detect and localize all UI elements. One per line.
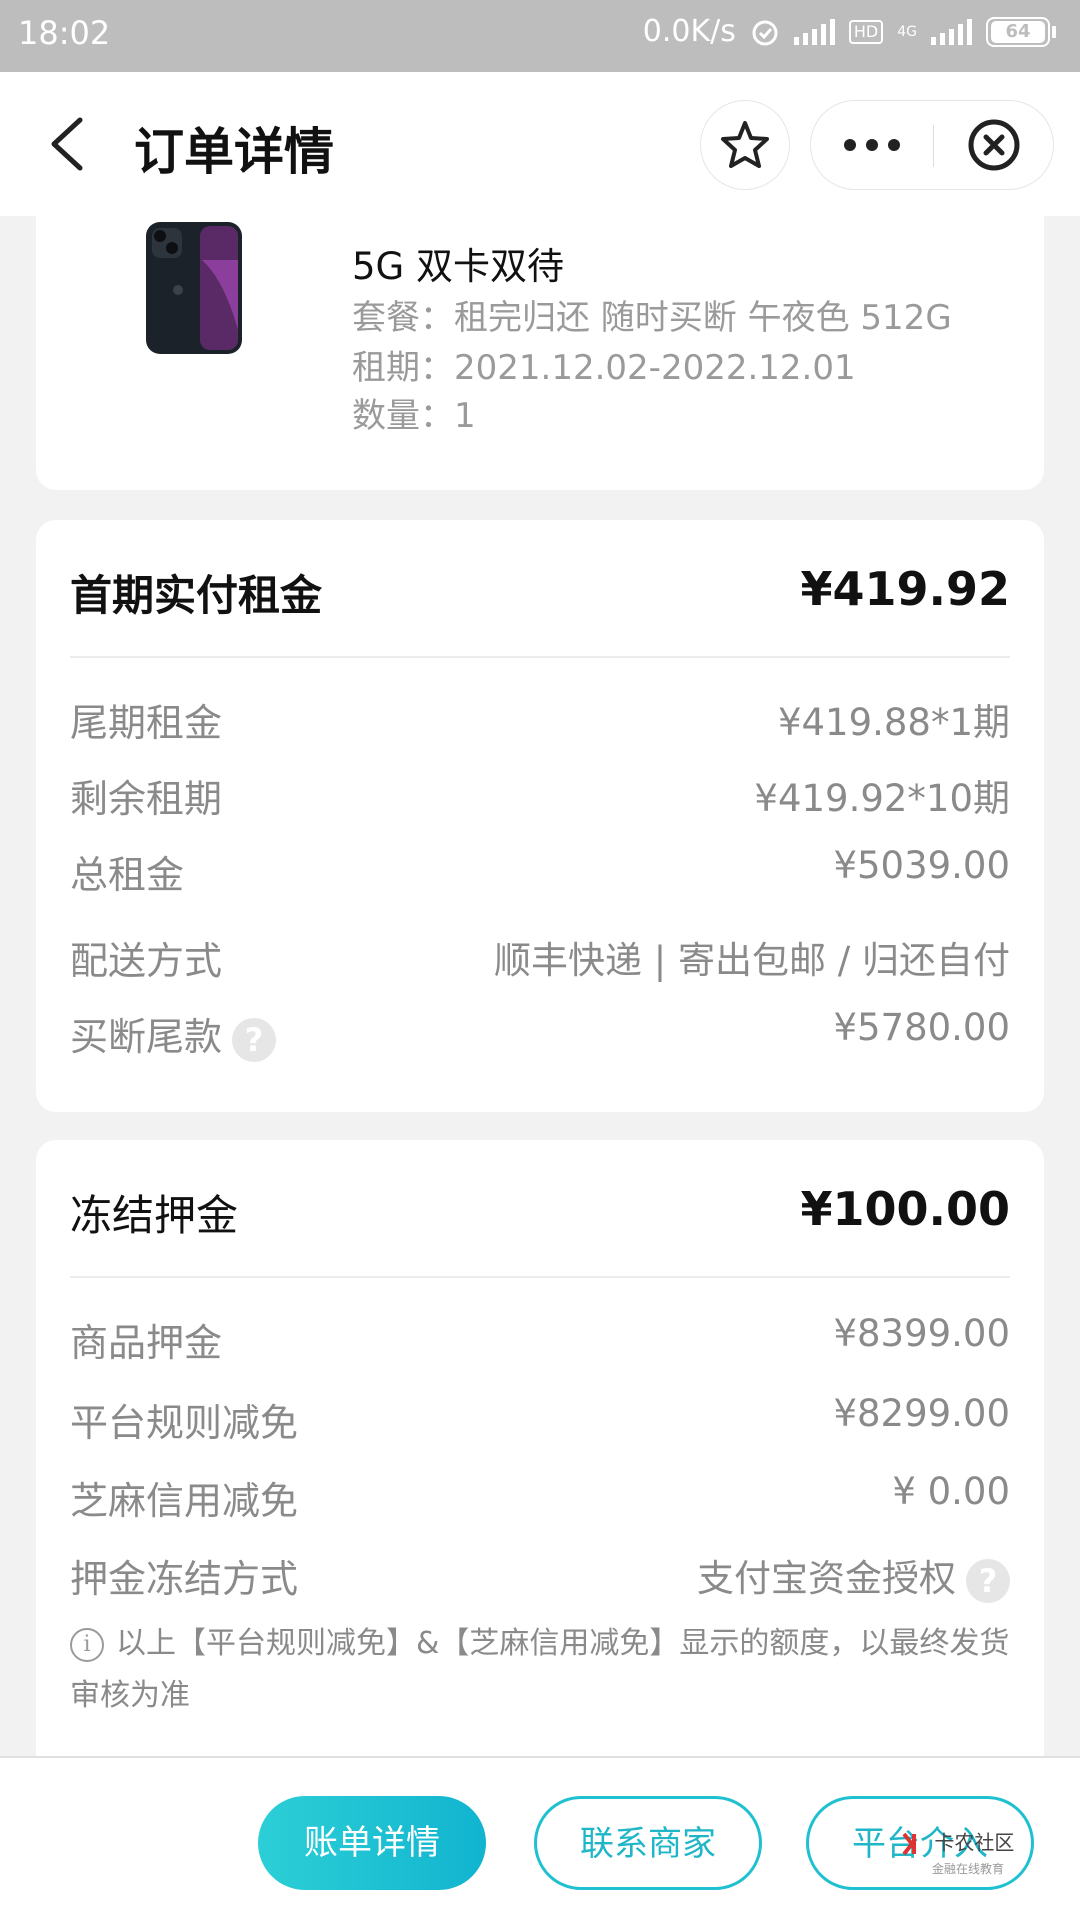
deposit-card: 冻结押金 ¥100.00 商品押金 ¥8399.00 平台规则减免 ¥8299.… [36,1140,1044,1756]
deposit-row-value: ¥8299.00 [833,1392,1010,1435]
bottom-action-bar: 账单详情 联系商家 平台介入 卡农社区 金融在线教育 [0,1756,1080,1920]
deposit-row-label: 商品押金 [70,1321,223,1365]
product-plan: 套餐：租完归还 随时买断 午夜色 512G [352,298,952,338]
close-circle-icon [968,119,1020,171]
back-arrow-icon[interactable] [40,112,100,176]
more-button[interactable] [811,101,933,189]
deposit-row-label: 平台规则减免 [70,1401,299,1445]
help-question-icon[interactable]: ? [232,1017,277,1062]
rent-row-value: ¥5780.00 [833,1006,1010,1049]
rent-title: 首期实付租金 [70,571,323,620]
rent-row-label: 尾期租金 [70,701,223,745]
hd-icon: HD [848,19,884,44]
product-period: 租期：2021.12.02-2022.12.01 [352,348,856,388]
status-bar: 18:02 0.0K/s HD 4G 64 [0,0,1080,72]
deposit-row-value: ¥8399.00 [833,1312,1010,1355]
rent-amount: ¥419.92 [800,562,1010,616]
deposit-note: i 以上【平台规则减免】&【芝麻信用减免】显示的额度，以最终发货审核为准 [70,1626,1010,1713]
watermark-logo: 卡农社区 金融在线教育 [900,1830,1014,1880]
rent-row-value: ¥419.92*10期 [754,777,1010,820]
rent-row-label: 剩余租期 [70,777,223,821]
deposit-title: 冻结押金 [70,1191,239,1240]
capsule-divider [933,125,934,167]
watermark-icon [902,1832,916,1856]
product-image [146,222,242,354]
rent-row: 尾期租金 ¥419.88*1期 [70,692,1010,745]
close-button[interactable] [935,101,1053,189]
nav-bar: 订单详情 [0,72,1080,216]
page-title: 订单详情 [134,123,334,181]
content-scroll-area[interactable]: 5G 双卡双待 套餐：租完归还 随时买断 午夜色 512G 租期：2021.12… [0,216,1080,1756]
cellular-signal-icon [931,18,972,45]
rent-card: 首期实付租金 ¥419.92 尾期租金 ¥419.88*1期 剩余租期 ¥419… [36,520,1044,1112]
mini-app-capsule [810,100,1054,190]
help-question-icon[interactable]: ? [966,1558,1010,1603]
rent-row-value: 顺丰快递 | 寄出包邮 / 归还自付 [494,939,1010,982]
rent-header: 首期实付租金 ¥419.92 [70,520,1010,658]
status-icons: 0.0K/s HD 4G 64 [643,14,1056,49]
product-name: 5G 双卡双待 [352,245,564,288]
rent-row-label: 买断尾款? [70,1006,277,1062]
network-speed: 0.0K/s [642,14,736,49]
rent-row-value: ¥5039.00 [833,844,1010,887]
alarm-icon [752,20,778,45]
star-icon [721,121,769,168]
status-time: 18:02 [18,14,111,52]
info-icon: i [70,1627,104,1662]
deposit-row: 芝麻信用减免 ¥ 0.00 [70,1470,1010,1523]
deposit-header: 冻结押金 ¥100.00 [70,1140,1010,1278]
rent-row: 剩余租期 ¥419.92*10期 [70,768,1010,821]
more-dots-icon [844,139,900,151]
contact-merchant-button[interactable]: 联系商家 [534,1796,762,1890]
deposit-row: 押金冻结方式 支付宝资金授权? [70,1548,1010,1603]
rent-row: 配送方式 顺丰快递 | 寄出包邮 / 归还自付 [70,930,1010,983]
deposit-row-label: 芝麻信用减免 [70,1479,299,1523]
wifi-signal-icon [793,18,835,45]
battery-icon: 64 [986,16,1056,47]
rent-row: 买断尾款? ¥5780.00 [70,1006,1010,1062]
deposit-row: 商品押金 ¥8399.00 [70,1312,1010,1365]
rent-row-label: 总租金 [70,853,185,897]
deposit-row-label: 押金冻结方式 [70,1557,299,1601]
rent-row-label: 配送方式 [70,939,223,983]
cellular-type: 4G [897,23,917,40]
battery-level: 64 [991,20,1045,43]
favorite-button[interactable] [700,100,790,190]
rent-row: 总租金 ¥5039.00 [70,844,1010,897]
product-card: 5G 双卡双待 套餐：租完归还 随时买断 午夜色 512G 租期：2021.12… [36,216,1044,490]
bill-details-button[interactable]: 账单详情 [258,1796,486,1890]
deposit-row-value: ¥ 0.00 [892,1470,1010,1513]
deposit-amount: ¥100.00 [800,1182,1010,1236]
rent-row-value: ¥419.88*1期 [777,701,1010,744]
deposit-row-value: 支付宝资金授权? [697,1548,1010,1603]
product-quantity: 数量：1 [352,396,476,436]
deposit-row: 平台规则减免 ¥8299.00 [70,1392,1010,1445]
